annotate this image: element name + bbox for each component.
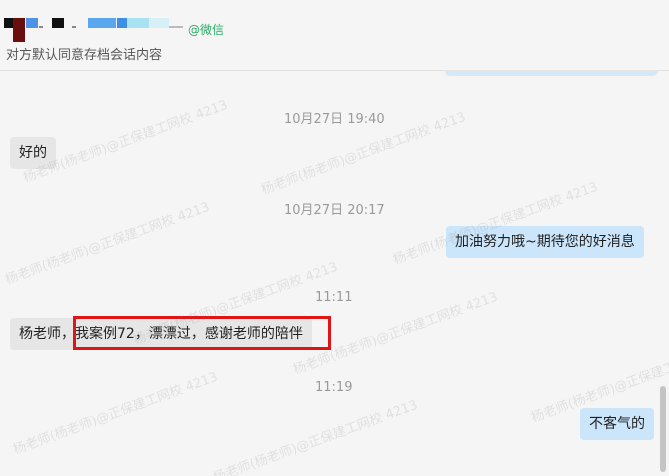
chat-header: @微信 对方默认同意存档会话内容 (0, 0, 669, 71)
consent-notice: 对方默认同意存档会话内容 (6, 48, 163, 63)
outgoing-message-bubble[interactable]: 不客气的 (580, 408, 654, 440)
wechat-source-tag: @微信 (188, 23, 225, 37)
message-highlighted-text: 我案例72，漂漂过，感谢老师的陪伴 (75, 326, 303, 342)
message-mention: 杨老师， (19, 326, 75, 342)
incoming-message-bubble[interactable]: 好的 (10, 137, 56, 169)
chat-window: 10月27日 19:40 好的 10月27日 20:17 加油努力哦~期待您的好… (0, 0, 669, 476)
outgoing-message-bubble[interactable]: 加油努力哦~期待您的好消息 (446, 226, 644, 258)
incoming-message-bubble[interactable]: 杨老师，我案例72，漂漂过，感谢老师的陪伴 (10, 318, 312, 350)
scrollbar-thumb[interactable] (660, 386, 666, 472)
timestamp: 11:19 (315, 380, 353, 395)
timestamp: 11:11 (315, 290, 353, 305)
message-list[interactable]: 10月27日 19:40 好的 10月27日 20:17 加油努力哦~期待您的好… (0, 0, 669, 476)
timestamp: 10月27日 20:17 (284, 203, 385, 218)
timestamp: 10月27日 19:40 (284, 112, 385, 127)
